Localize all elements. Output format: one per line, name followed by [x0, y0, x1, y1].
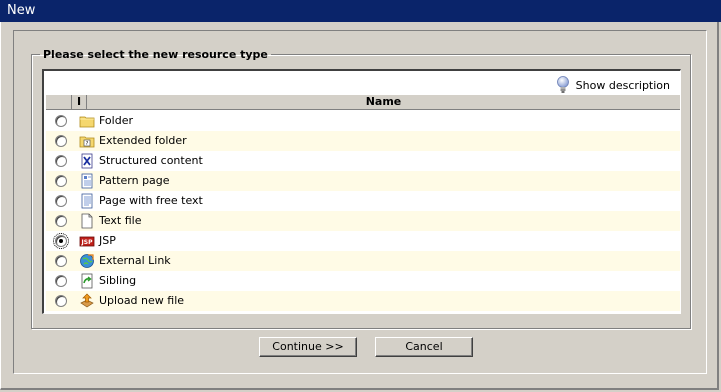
- svg-text:JSP: JSP: [81, 239, 94, 246]
- jsp-icon: JSP: [79, 236, 95, 247]
- structured-content-icon: [81, 153, 93, 169]
- radio-button[interactable]: [55, 215, 67, 227]
- list-item-label: External Link: [99, 254, 171, 267]
- list-rows: Folder ? Extended folder Structured cont…: [46, 111, 680, 311]
- list-item-jsp[interactable]: JSP JSP: [46, 231, 680, 251]
- list-item-label: JSP: [99, 234, 116, 247]
- list-item-label: Page with free text: [99, 194, 203, 207]
- header-name-column[interactable]: Name: [87, 95, 680, 109]
- text-file-icon: [81, 213, 93, 229]
- cancel-button[interactable]: Cancel: [375, 337, 473, 357]
- header-icon-column[interactable]: I: [72, 95, 87, 109]
- header-select-column: [46, 95, 72, 109]
- pattern-page-icon: [81, 173, 93, 189]
- continue-button[interactable]: Continue >>: [259, 337, 357, 357]
- list-item-label: Upload new file: [99, 294, 185, 307]
- folder-icon: [79, 116, 95, 128]
- list-item-label: Sibling: [99, 274, 137, 287]
- lightbulb-icon: [556, 76, 569, 93]
- resource-type-list: Show description I Name Folder ? Extende…: [42, 69, 681, 314]
- radio-button[interactable]: [55, 115, 67, 127]
- window-title: New: [7, 3, 36, 18]
- extended-folder-icon: ?: [79, 136, 95, 148]
- group-legend: Please select the new resource type: [43, 48, 268, 61]
- radio-button[interactable]: [55, 295, 67, 307]
- radio-button[interactable]: [55, 155, 67, 167]
- radio-button[interactable]: [55, 175, 67, 187]
- list-item-label: Folder: [99, 114, 133, 127]
- list-item-pattern-page[interactable]: Pattern page: [46, 171, 680, 191]
- radio-button[interactable]: [55, 255, 67, 267]
- show-description-toggle[interactable]: Show description: [556, 75, 670, 95]
- dialog-body: Please select the new resource type Show…: [13, 30, 707, 374]
- svg-text:?: ?: [86, 141, 89, 147]
- sibling-icon: [81, 273, 93, 289]
- list-item-external-link[interactable]: External Link: [46, 251, 680, 271]
- free-text-page-icon: [81, 193, 93, 209]
- list-item-label: Pattern page: [99, 174, 170, 187]
- radio-button[interactable]: [55, 275, 67, 287]
- list-item-structured-content[interactable]: Structured content: [46, 151, 680, 171]
- list-item-extended-folder[interactable]: ? Extended folder: [46, 131, 680, 151]
- list-item-upload-new-file[interactable]: Upload new file: [46, 291, 680, 311]
- radio-button[interactable]: [55, 135, 67, 147]
- upload-icon: [80, 293, 94, 308]
- list-item-label: Extended folder: [99, 134, 187, 147]
- list-header: I Name: [46, 94, 680, 110]
- external-link-icon: [80, 254, 94, 268]
- list-item-label: Structured content: [99, 154, 203, 167]
- list-item-sibling[interactable]: Sibling: [46, 271, 680, 291]
- list-item-page-with-free-text[interactable]: Page with free text: [46, 191, 680, 211]
- list-item-folder[interactable]: Folder: [46, 111, 680, 131]
- radio-button[interactable]: [53, 233, 69, 249]
- window-titlebar: New: [0, 0, 721, 22]
- list-item-label: Text file: [99, 214, 142, 227]
- radio-button[interactable]: [55, 195, 67, 207]
- show-description-label: Show description: [575, 78, 670, 92]
- list-item-text-file[interactable]: Text file: [46, 211, 680, 231]
